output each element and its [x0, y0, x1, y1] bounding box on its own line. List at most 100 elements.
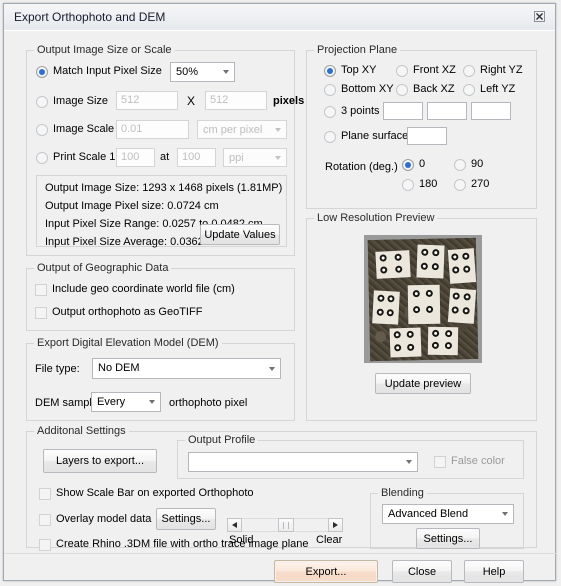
chevron-down-icon [149, 400, 155, 404]
label-dem-file-type: File type: [35, 363, 80, 375]
radio-match-input-pixel-size[interactable] [36, 66, 48, 78]
combo-image-scale-units[interactable]: cm per pixel [197, 120, 287, 139]
preview-target-6 [447, 288, 477, 324]
combo-blending-mode[interactable]: Advanced Blend [382, 504, 514, 524]
label-print-scale-at: at [160, 151, 170, 163]
combo-match-input-scale-value: 50% [176, 66, 199, 78]
radio-rotation-180[interactable] [402, 179, 414, 191]
combo-image-scale-units-value: cm per pixel [203, 124, 263, 136]
export-button-label: Export... [305, 565, 347, 578]
overlay-opacity-slider[interactable] [227, 518, 343, 532]
input-image-size-height[interactable]: 512 [205, 91, 267, 110]
group-projection-plane: Projection Plane Top XY Front XZ Right Y… [306, 44, 537, 209]
group-additional-settings-legend: Additonal Settings [34, 425, 129, 437]
chevron-down-icon [502, 512, 508, 516]
overlay-settings-button[interactable]: Settings... [156, 508, 216, 530]
preview-target-8 [427, 326, 459, 356]
preview-target-1 [375, 250, 411, 279]
combo-blending-mode-value: Advanced Blend [388, 508, 469, 520]
chevron-down-icon [275, 127, 281, 132]
close-button-label: Close [407, 565, 437, 578]
input-image-size-width[interactable]: 512 [116, 91, 178, 110]
label-rotation-90: 90 [471, 158, 484, 170]
label-print-scale: Print Scale 1: [53, 151, 119, 163]
layers-to-export-button[interactable]: Layers to export... [43, 449, 157, 473]
radio-projection-plane-surface[interactable] [324, 131, 336, 143]
combo-print-scale-units-value: ppi [229, 152, 244, 164]
export-dialog: Export Orthophoto and DEM Output Image S… [3, 3, 557, 583]
group-output-profile-legend: Output Profile [185, 434, 259, 446]
slider-right-arrow-icon[interactable] [328, 518, 343, 532]
label-overlay-model-data: Overlay model data [56, 513, 152, 525]
label-projection-top-xy: Top XY [341, 64, 377, 76]
chevron-down-icon [275, 155, 281, 160]
radio-image-scale[interactable] [36, 124, 48, 136]
combo-dem-sample[interactable]: Every [91, 392, 161, 412]
label-slider-clear: Clear [316, 534, 343, 546]
input-plane-surface[interactable] [407, 127, 447, 145]
combo-output-profile[interactable] [188, 452, 418, 472]
info-output-image-size: Output Image Size: 1293 x 1468 pixels (1… [45, 182, 283, 194]
input-three-points-3[interactable] [471, 102, 511, 120]
label-projection-plane-surface: Plane surface [341, 130, 409, 142]
group-blending: Blending Advanced Blend Settings... [370, 487, 524, 549]
combo-match-input-scale[interactable]: 50% [170, 62, 235, 82]
radio-image-size[interactable] [36, 96, 48, 108]
group-geographic-data: Output of Geographic Data Include geo co… [26, 262, 295, 331]
update-preview-button[interactable]: Update preview [375, 373, 471, 394]
combo-dem-file-type-value: No DEM [98, 362, 140, 374]
radio-projection-bottom-xy[interactable] [324, 84, 336, 96]
radio-projection-top-xy[interactable] [324, 65, 336, 77]
export-button[interactable]: Export... [274, 560, 378, 583]
title-bar: Export Orthophoto and DEM [4, 4, 555, 31]
close-button[interactable]: Close [392, 560, 452, 583]
checkbox-show-scale-bar[interactable] [39, 488, 51, 500]
layers-to-export-button-label: Layers to export... [55, 455, 145, 467]
checkbox-world-file[interactable] [35, 284, 47, 296]
input-image-scale-value[interactable]: 0.01 [116, 120, 189, 139]
window-title: Export Orthophoto and DEM [14, 10, 166, 24]
combo-print-scale-units[interactable]: ppi [223, 148, 287, 167]
label-match-input-pixel-size: Match Input Pixel Size [53, 65, 162, 77]
radio-rotation-0[interactable] [402, 159, 414, 171]
label-projection-back-xz: Back XZ [413, 83, 455, 95]
label-rotation-180: 180 [419, 178, 438, 190]
label-dem-sample: DEM sample [35, 397, 98, 409]
checkbox-create-rhino-3dm[interactable] [39, 539, 51, 551]
close-icon[interactable] [531, 9, 547, 24]
input-print-scale-dpi[interactable]: 100 [177, 148, 216, 167]
help-button[interactable]: Help [464, 560, 524, 583]
radio-projection-left-yz[interactable] [463, 84, 475, 96]
blending-settings-button[interactable]: Settings... [416, 528, 480, 549]
radio-projection-front-xz[interactable] [396, 65, 408, 77]
radio-print-scale[interactable] [36, 152, 48, 164]
group-preview-legend: Low Resolution Preview [314, 212, 438, 224]
label-rotation: Rotation (deg.) [325, 161, 398, 173]
input-print-scale-value[interactable]: 100 [116, 148, 155, 167]
label-projection-three-points: 3 points [341, 105, 380, 117]
label-rotation-270: 270 [471, 178, 490, 190]
update-values-button[interactable]: Update Values [200, 224, 280, 245]
preview-target-7 [389, 327, 422, 358]
checkbox-geotiff[interactable] [35, 307, 47, 319]
group-dem-legend: Export Digital Elevation Model (DEM) [34, 337, 222, 349]
radio-projection-three-points[interactable] [324, 106, 336, 118]
radio-rotation-90[interactable] [454, 159, 466, 171]
radio-rotation-270[interactable] [454, 179, 466, 191]
input-three-points-1[interactable] [383, 102, 423, 120]
slider-thumb[interactable] [278, 518, 294, 532]
slider-left-arrow-icon[interactable] [227, 518, 242, 532]
label-create-rhino-3dm: Create Rhino .3DM file with ortho trace … [56, 538, 309, 550]
radio-projection-back-xz[interactable] [396, 84, 408, 96]
combo-dem-sample-value: Every [97, 396, 126, 408]
checkbox-overlay-model-data[interactable] [39, 514, 51, 526]
combo-dem-file-type[interactable]: No DEM [92, 358, 281, 379]
group-additional-settings: Additonal Settings Layers to export... O… [26, 425, 537, 551]
checkbox-false-color[interactable] [434, 456, 446, 468]
label-rotation-0: 0 [419, 158, 426, 170]
radio-projection-right-yz[interactable] [463, 65, 475, 77]
input-three-points-2[interactable] [427, 102, 467, 120]
blending-settings-button-label: Settings... [423, 532, 473, 545]
chevron-down-icon [406, 460, 412, 464]
orthophoto-preview-image [364, 235, 482, 363]
